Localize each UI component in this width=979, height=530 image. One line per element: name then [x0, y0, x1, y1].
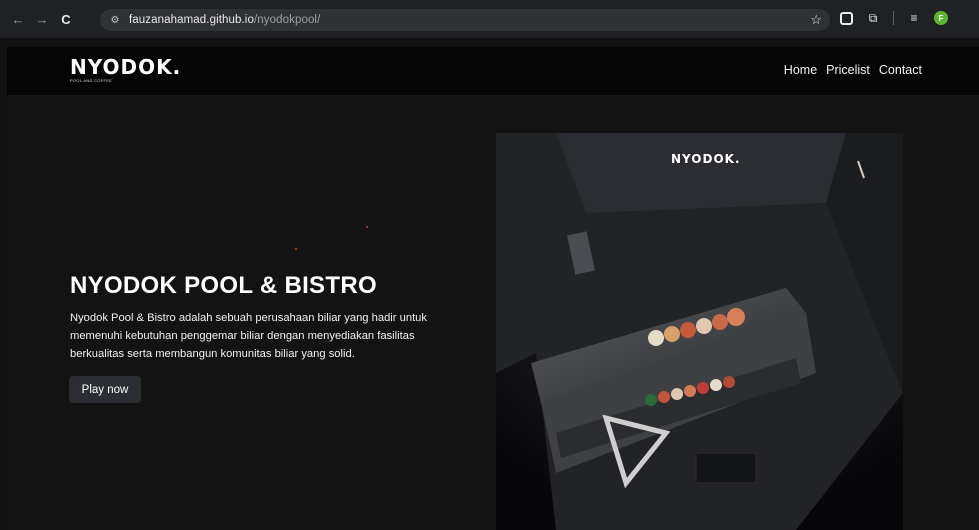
site-navbar: NYODOK. POOL AND COFFEE Home Pricelist C… [7, 47, 979, 95]
decorative-dot [295, 248, 297, 250]
url-host: fauzanahamad.github.io [129, 14, 254, 26]
hero-photo: NYODOK. [496, 133, 903, 530]
site-info-icon[interactable]: ⚙ [105, 10, 125, 30]
hero-description-line: Nyodok Pool & Bistro adalah sebuah perus… [70, 312, 427, 324]
nav-link-contact[interactable]: Contact [879, 63, 922, 77]
extension-icon[interactable] [840, 11, 853, 25]
play-now-button[interactable]: Play now [69, 376, 141, 403]
url-text[interactable]: fauzanahamad.github.io/nyodokpool/ [129, 14, 320, 26]
site-logo[interactable]: NYODOK. POOL AND COFFEE [70, 57, 181, 83]
billiard-room-illustration [496, 133, 903, 530]
browser-toolbar: ← → C ⚙ fauzanahamad.github.io/nyodokpoo… [0, 0, 979, 38]
url-path: /nyodokpool/ [253, 14, 321, 26]
decorative-dot [366, 226, 368, 228]
forward-icon[interactable]: → [32, 9, 52, 29]
hero-description-line: berkualitas serta membangun komunitas bi… [70, 348, 355, 360]
hero-title: NYODOK POOL & BISTRO [70, 272, 377, 299]
nav-links: Home Pricelist Contact [784, 63, 922, 77]
hero-description: Nyodok Pool & Bistro adalah sebuah perus… [70, 309, 490, 363]
browser-menu-icon[interactable]: ⋮ [975, 12, 979, 26]
toolbar-divider [893, 11, 894, 25]
logo-wordmark: NYODOK. [70, 55, 182, 79]
reading-list-icon[interactable]: ≡ [906, 10, 922, 26]
reload-icon[interactable]: C [56, 9, 76, 29]
hero-description-line: memenuhi kebutuhan penggemar biliar deng… [70, 330, 415, 342]
back-icon[interactable]: ← [8, 9, 28, 29]
toolbar-icons: ⧉ ≡ F [840, 10, 948, 26]
nav-link-home[interactable]: Home [784, 63, 817, 77]
address-bar[interactable]: ⚙ fauzanahamad.github.io/nyodokpool/ ☆ [100, 9, 830, 31]
nav-link-pricelist[interactable]: Pricelist [826, 63, 870, 77]
photo-logo-text: NYODOK. [671, 152, 741, 166]
bookmark-star-icon[interactable]: ☆ [810, 12, 822, 28]
puzzle-extensions-icon[interactable]: ⧉ [865, 10, 881, 26]
profile-avatar[interactable]: F [934, 11, 948, 25]
